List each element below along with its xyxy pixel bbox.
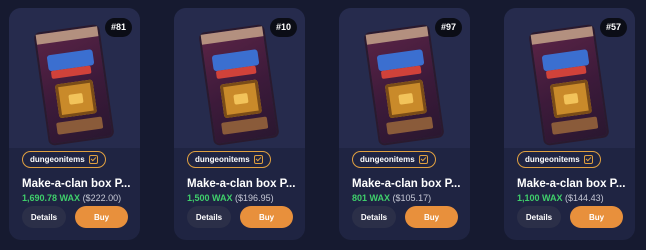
nft-image[interactable]: #57	[504, 8, 635, 148]
collection-tag[interactable]: dungeonitems	[517, 151, 601, 168]
collection-name: dungeonitems	[525, 155, 580, 164]
price: 1,690.78 WAX ($222.00)	[22, 193, 121, 203]
item-name[interactable]: Make-a-clan box P...	[352, 178, 460, 190]
buy-button[interactable]: Buy	[240, 206, 293, 228]
buy-button[interactable]: Buy	[75, 206, 128, 228]
details-button[interactable]: Details	[352, 206, 396, 228]
collection-name: dungeonitems	[360, 155, 415, 164]
mint-number-badge: #81	[104, 18, 132, 37]
price-usd: ($196.95)	[235, 193, 274, 203]
price-wax: 1,500 WAX	[187, 193, 233, 203]
verified-check-icon	[583, 155, 593, 164]
listing-grid: #81 dungeonitems Make-a-clan box P... 1,…	[0, 0, 646, 250]
item-name[interactable]: Make-a-clan box P...	[22, 178, 130, 190]
collection-name: dungeonitems	[195, 155, 250, 164]
price-usd: ($222.00)	[82, 193, 122, 203]
collection-tag[interactable]: dungeonitems	[352, 151, 436, 168]
nft-card[interactable]: #97 dungeonitems Make-a-clan box P... 80…	[339, 8, 470, 240]
verified-check-icon	[253, 155, 263, 164]
collection-tag[interactable]: dungeonitems	[187, 151, 271, 168]
mint-number-badge: #57	[599, 18, 627, 37]
price: 801 WAX ($105.17)	[352, 193, 431, 203]
pack-artwork	[35, 26, 113, 144]
pack-artwork	[530, 26, 608, 144]
item-name[interactable]: Make-a-clan box P...	[187, 178, 295, 190]
price-wax: 1,100 WAX	[517, 193, 563, 203]
mint-number-badge: #10	[269, 18, 297, 37]
details-button[interactable]: Details	[187, 206, 231, 228]
price-wax: 1,690.78 WAX	[22, 193, 81, 203]
price-usd: ($105.17)	[392, 193, 432, 203]
pack-artwork	[365, 26, 443, 144]
price-wax: 801 WAX	[352, 193, 391, 203]
item-name[interactable]: Make-a-clan box P...	[517, 178, 625, 190]
nft-image[interactable]: #81	[9, 8, 140, 148]
price-usd: ($144.43)	[565, 193, 604, 203]
nft-image[interactable]: #97	[339, 8, 470, 148]
verified-check-icon	[418, 155, 428, 164]
nft-card[interactable]: #81 dungeonitems Make-a-clan box P... 1,…	[9, 8, 140, 240]
nft-card[interactable]: #57 dungeonitems Make-a-clan box P... 1,…	[504, 8, 635, 240]
pack-artwork	[200, 26, 278, 144]
collection-name: dungeonitems	[30, 155, 85, 164]
nft-card[interactable]: #10 dungeonitems Make-a-clan box P... 1,…	[174, 8, 305, 240]
collection-tag[interactable]: dungeonitems	[22, 151, 106, 168]
details-button[interactable]: Details	[22, 206, 66, 228]
mint-number-badge: #97	[434, 18, 462, 37]
price: 1,100 WAX ($144.43)	[517, 193, 604, 203]
verified-check-icon	[88, 155, 98, 164]
buy-button[interactable]: Buy	[570, 206, 623, 228]
details-button[interactable]: Details	[517, 206, 561, 228]
nft-image[interactable]: #10	[174, 8, 305, 148]
price: 1,500 WAX ($196.95)	[187, 193, 274, 203]
buy-button[interactable]: Buy	[405, 206, 458, 228]
